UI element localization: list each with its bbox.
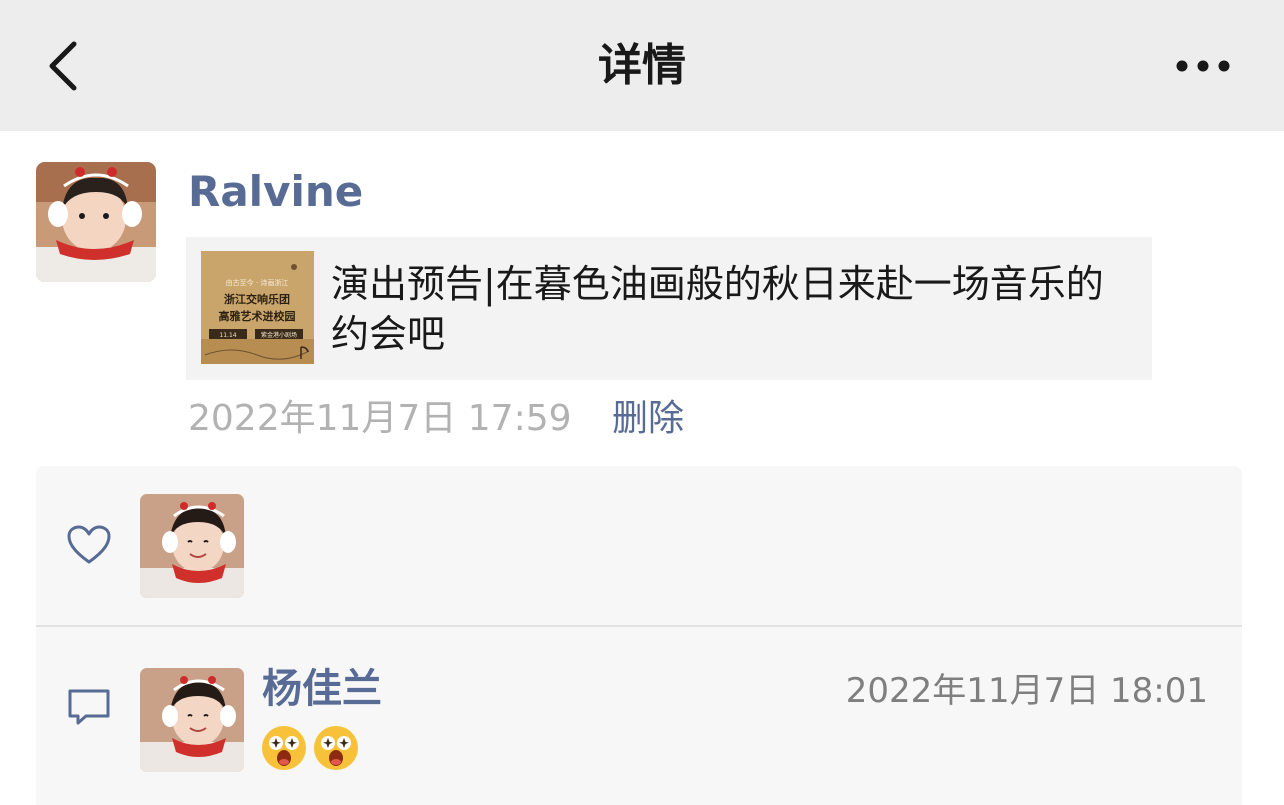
author-avatar[interactable] (36, 162, 156, 282)
page-title: 详情 (598, 40, 686, 91)
comment-bubble-icon (68, 689, 110, 725)
link-title: 演出预告|在暮色油画般的秋日来赴一场音乐的约会吧 (331, 262, 1104, 356)
panel-divider (36, 625, 1242, 627)
comment-timestamp: 2022年11月7日 18:01 (845, 671, 1208, 711)
delete-button[interactable]: 删除 (612, 394, 684, 444)
post-timestamp: 2022年11月7日 17:59 (188, 398, 572, 439)
star-struck-emoji-icon (314, 726, 358, 770)
author-name[interactable]: Ralvine (188, 164, 363, 220)
link-thumbnail: 由古至今 · 诗画浙江 浙江交响乐团 高雅艺术进校园 11.14 紫金港小剧场 (201, 251, 314, 364)
thumb-left-tag: 11.14 (219, 332, 236, 339)
comment-content (260, 724, 360, 780)
liker-avatar[interactable] (140, 494, 244, 598)
commenter-avatar[interactable] (140, 668, 244, 772)
shared-link-card[interactable]: 由古至今 · 诗画浙江 浙江交响乐团 高雅艺术进校园 11.14 紫金港小剧场 … (186, 237, 1152, 380)
navigation-bar: 详情 (0, 0, 1284, 131)
more-dots-icon[interactable] (1168, 46, 1238, 86)
thumb-line1: 浙江交响乐团 (224, 292, 290, 306)
star-struck-emoji-icon (262, 726, 306, 770)
thumb-right-tag: 紫金港小剧场 (261, 331, 297, 339)
heart-outline-icon (67, 525, 111, 564)
thumb-line2: 高雅艺术进校园 (219, 309, 296, 323)
commenter-name[interactable]: 杨佳兰 (262, 662, 382, 716)
thumb-top-text: 由古至今 · 诗画浙江 (226, 278, 289, 287)
